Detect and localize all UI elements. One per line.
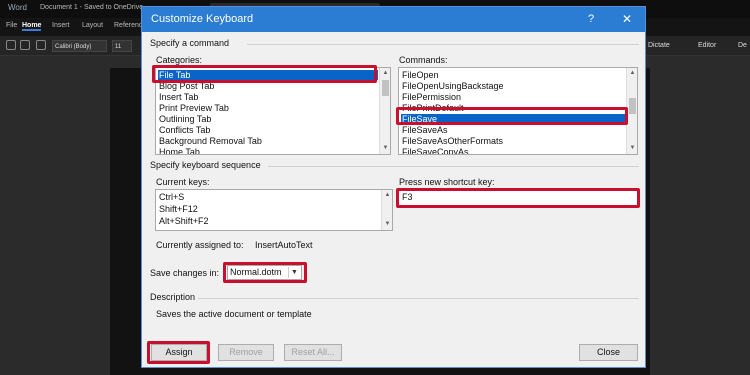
current-key-item[interactable]: Shift+F12 xyxy=(158,204,198,214)
category-item[interactable]: File Tab xyxy=(158,70,378,80)
command-item[interactable]: FileSaveCopyAs xyxy=(401,147,469,154)
dialog-title-bar: Customize Keyboard ? ✕ xyxy=(142,7,645,32)
customize-keyboard-dialog: Customize Keyboard ? ✕ Specify a command… xyxy=(141,6,646,368)
clipboard-icon[interactable] xyxy=(20,40,30,50)
font-name-select[interactable]: Calibri (Body) xyxy=(52,40,107,52)
category-item[interactable]: Blog Post Tab xyxy=(158,81,214,91)
tab-file[interactable]: File xyxy=(6,22,17,29)
categories-scrollbar[interactable]: ▲ ▼ xyxy=(379,68,390,154)
specify-sequence-heading: Specify keyboard sequence xyxy=(150,160,261,170)
specify-command-heading: Specify a command xyxy=(150,38,230,48)
current-key-item[interactable]: Ctrl+S xyxy=(158,192,184,202)
category-item[interactable]: Home Tab xyxy=(158,147,200,154)
category-item[interactable]: Insert Tab xyxy=(158,92,198,102)
scroll-down-icon[interactable]: ▼ xyxy=(381,144,390,153)
divider xyxy=(268,166,639,167)
commands-list[interactable]: FileOpen FileOpenUsingBackstage FilePerm… xyxy=(398,67,638,155)
dialog-title: Customize Keyboard xyxy=(151,13,254,25)
close-button[interactable]: Close xyxy=(579,344,638,361)
tab-home[interactable]: Home xyxy=(22,22,42,31)
scroll-down-icon[interactable]: ▼ xyxy=(383,220,392,229)
undo-icon[interactable] xyxy=(6,40,16,50)
current-keys-list[interactable]: Ctrl+S Shift+F12 Alt+Shift+F2 ▲ ▼ xyxy=(155,189,393,231)
description-text: Saves the active document or template xyxy=(156,309,312,319)
scroll-up-icon[interactable]: ▲ xyxy=(383,191,392,200)
editor-button[interactable]: Editor xyxy=(698,42,716,49)
current-keys-scrollbar[interactable]: ▲ ▼ xyxy=(381,190,392,230)
category-item[interactable]: Outlining Tab xyxy=(158,114,211,124)
help-button[interactable]: ? xyxy=(580,11,602,28)
commands-scrollbar[interactable]: ▲ ▼ xyxy=(626,68,637,154)
commands-label: Commands: xyxy=(399,55,448,65)
category-item[interactable]: Background Removal Tab xyxy=(158,136,262,146)
categories-label: Categories: xyxy=(156,55,203,65)
font-size-select[interactable]: 11 xyxy=(112,40,132,52)
current-key-item[interactable]: Alt+Shift+F2 xyxy=(158,216,209,226)
new-shortcut-label: Press new shortcut key: xyxy=(399,177,495,187)
tab-layout[interactable]: Layout xyxy=(82,22,103,29)
categories-list[interactable]: File Tab Blog Post Tab Insert Tab Print … xyxy=(155,67,391,155)
command-item[interactable]: FileSaveAsOtherFormats xyxy=(401,136,503,146)
word-app-name: Word xyxy=(8,3,27,12)
category-item[interactable]: Conflicts Tab xyxy=(158,125,210,135)
divider xyxy=(247,44,639,45)
save-changes-value: Normal.dotm xyxy=(230,267,282,277)
description-heading: Description xyxy=(150,292,196,302)
designer-button[interactable]: De xyxy=(738,42,747,49)
reset-all-button[interactable]: Reset All... xyxy=(284,344,342,361)
remove-button[interactable]: Remove xyxy=(218,344,274,361)
scroll-thumb[interactable] xyxy=(629,98,636,114)
tab-insert[interactable]: Insert xyxy=(52,22,70,29)
command-item[interactable]: FileOpenUsingBackstage xyxy=(401,81,504,91)
category-item[interactable]: Print Preview Tab xyxy=(158,103,229,113)
document-title: Document 1 - Saved to OneDrive xyxy=(40,4,144,11)
command-item[interactable]: FileSave xyxy=(401,114,625,124)
command-item[interactable]: FilePrintDefault xyxy=(401,103,464,113)
scroll-thumb[interactable] xyxy=(382,80,389,96)
close-icon[interactable]: ✕ xyxy=(616,11,638,28)
scroll-down-icon[interactable]: ▼ xyxy=(628,144,637,153)
format-painter-icon[interactable] xyxy=(36,40,46,50)
assign-button[interactable]: Assign xyxy=(151,344,207,361)
scroll-up-icon[interactable]: ▲ xyxy=(381,69,390,78)
save-changes-label: Save changes in: xyxy=(150,268,220,278)
scroll-up-icon[interactable]: ▲ xyxy=(628,69,637,78)
divider xyxy=(198,298,639,299)
command-item[interactable]: FilePermission xyxy=(401,92,461,102)
chevron-down-icon[interactable]: ▼ xyxy=(288,267,300,278)
new-shortcut-input[interactable]: F3 xyxy=(398,190,638,206)
command-item[interactable]: FileSaveAs xyxy=(401,125,448,135)
assigned-label: Currently assigned to: xyxy=(156,240,244,250)
save-changes-select[interactable]: Normal.dotm ▼ xyxy=(227,265,302,280)
assigned-value: InsertAutoText xyxy=(255,240,313,250)
command-item[interactable]: FileOpen xyxy=(401,70,439,80)
dictate-button[interactable]: Dictate xyxy=(648,42,670,49)
current-keys-label: Current keys: xyxy=(156,177,210,187)
